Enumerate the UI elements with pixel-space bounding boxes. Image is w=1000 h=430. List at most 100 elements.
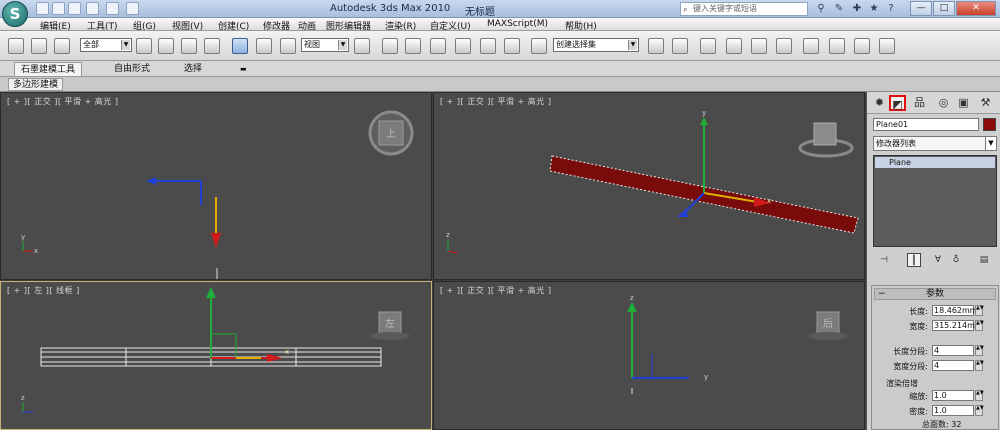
length-field[interactable]: 18.462mm: [932, 305, 978, 316]
modifier-list-dropdown[interactable]: 修改器列表 ▼: [873, 136, 997, 151]
keyboard-shortcut-icon[interactable]: [405, 38, 421, 54]
open-file-icon[interactable]: [52, 2, 65, 15]
named-selection-dropdown[interactable]: 创建选择集 ▼: [553, 38, 639, 52]
show-end-result-icon[interactable]: ┃: [907, 253, 921, 267]
snaps-toggle-icon[interactable]: [430, 38, 446, 54]
display-tab-icon[interactable]: ▣: [955, 95, 972, 111]
hierarchy-tab-icon[interactable]: 品: [911, 95, 928, 111]
ribbon-sub-tab-bar: 多边形建模: [0, 77, 1000, 92]
viewport-perspective[interactable]: y x z [ + ][ 正交 ][ 平滑 + 高光 ]: [433, 92, 865, 280]
save-file-icon[interactable]: [68, 2, 81, 15]
remove-modifier-icon[interactable]: ♁: [949, 253, 963, 267]
width-segs-field[interactable]: 4: [932, 360, 974, 371]
unlink-icon[interactable]: [31, 38, 47, 54]
menu-maxscript[interactable]: MAXScript(M): [487, 19, 548, 29]
axis-x-arrow: [146, 177, 156, 185]
select-by-name-icon[interactable]: [158, 38, 174, 54]
redo-icon[interactable]: [106, 2, 119, 15]
selection-filter-dropdown[interactable]: 全部 ▼: [80, 38, 132, 52]
parameters-rollout-header[interactable]: − 参数: [874, 288, 996, 300]
utilities-tab-icon[interactable]: ⚒: [977, 95, 994, 111]
mini-axis-x: [447, 250, 459, 254]
modify-tab-icon[interactable]: ◩: [889, 95, 906, 111]
material-editor-icon[interactable]: [803, 38, 819, 54]
viewcube-face[interactable]: [813, 122, 837, 146]
spinner-snap-icon[interactable]: [504, 38, 520, 54]
viewport-perspective-label[interactable]: [ + ][ 正交 ][ 平滑 + 高光 ]: [440, 96, 551, 107]
motion-tab-icon[interactable]: ◎: [935, 95, 952, 111]
minimize-button[interactable]: —: [910, 1, 932, 16]
gizmo-y-arrow: [206, 287, 216, 298]
schematic-view-icon[interactable]: [776, 38, 792, 54]
render-setup-icon[interactable]: [829, 38, 845, 54]
density-spinner[interactable]: ▲▼: [975, 405, 984, 416]
viewport-left[interactable]: 左 x z [ + ][ 左 ][ 线框 ]: [0, 281, 432, 430]
ribbon-toggle-icon[interactable]: ▬: [234, 62, 253, 76]
bind-space-warp-icon[interactable]: [54, 38, 70, 54]
search-input[interactable]: ⌕ 键入关键字或短语: [680, 2, 808, 16]
viewcube-shadow: [370, 332, 410, 340]
undo-icon[interactable]: [86, 2, 99, 15]
new-file-icon[interactable]: [36, 2, 49, 15]
width-field[interactable]: 315.214m: [932, 320, 975, 331]
select-rotate-icon[interactable]: [256, 38, 272, 54]
communication-icon[interactable]: ✚: [850, 2, 864, 16]
density-field[interactable]: 1.0: [932, 405, 974, 416]
percent-snap-icon[interactable]: [480, 38, 496, 54]
stack-item-plane[interactable]: Plane: [875, 157, 995, 168]
viewcube-top-label: 上: [386, 128, 396, 140]
viewport-top-label[interactable]: [ + ][ 正交 ][ 平滑 + 高光 ]: [7, 96, 118, 107]
tab-polygon-modeling[interactable]: 多边形建模: [8, 78, 64, 91]
maximize-button[interactable]: □: [933, 1, 955, 16]
graphite-toggle-icon[interactable]: [726, 38, 742, 54]
help-icon[interactable]: ?: [884, 2, 898, 16]
pivot-center-icon[interactable]: [354, 38, 370, 54]
length-spinner[interactable]: ▲▼: [975, 305, 984, 316]
gizmo-arrow-icon: [211, 233, 221, 248]
link-icon[interactable]: [8, 38, 24, 54]
scale-spinner[interactable]: ▲▼: [975, 390, 984, 401]
tab-selection[interactable]: 选择: [178, 62, 208, 76]
layer-manager-icon[interactable]: [700, 38, 716, 54]
curve-editor-icon[interactable]: [751, 38, 767, 54]
length-segs-field[interactable]: 4: [932, 345, 974, 356]
render-production-icon[interactable]: [879, 38, 895, 54]
width-segs-spinner[interactable]: ▲▼: [975, 360, 984, 371]
reference-coordinate-dropdown[interactable]: 视图 ▼: [301, 38, 349, 52]
viewport-bottom-right[interactable]: 后 y z [ + ][ 正交 ][ 平滑 + 高光 ]: [433, 281, 865, 430]
align-icon[interactable]: [672, 38, 688, 54]
close-button[interactable]: ✕: [956, 1, 996, 16]
object-name-input[interactable]: Plane01: [873, 118, 979, 131]
configure-modifier-sets-icon[interactable]: ▤: [977, 253, 991, 267]
scale-field[interactable]: 1.0: [932, 390, 974, 401]
mirror-icon[interactable]: [648, 38, 664, 54]
object-color-swatch[interactable]: [983, 118, 996, 131]
length-segs-spinner[interactable]: ▲▼: [975, 345, 984, 356]
width-spinner[interactable]: ▲▼: [975, 320, 984, 331]
subscription-icon[interactable]: ✎: [832, 2, 846, 16]
create-tab-icon[interactable]: ✹: [871, 95, 888, 111]
favorites-star-icon[interactable]: ★: [867, 2, 881, 16]
tab-freeform[interactable]: 自由形式: [108, 62, 156, 76]
tab-graphite-modeling[interactable]: 石墨建模工具: [14, 62, 83, 76]
select-scale-icon[interactable]: [280, 38, 296, 54]
angle-snap-icon[interactable]: [455, 38, 471, 54]
scale-row: 缩放: 1.0 ▲▼: [872, 390, 998, 402]
select-object-icon[interactable]: [136, 38, 152, 54]
rectangular-selection-icon[interactable]: [181, 38, 197, 54]
rendered-frame-icon[interactable]: [854, 38, 870, 54]
window-crossing-icon[interactable]: [204, 38, 220, 54]
viewport-left-label[interactable]: [ + ][ 左 ][ 线框 ]: [7, 285, 80, 296]
modifier-stack[interactable]: Plane: [873, 155, 997, 247]
viewport-bottom-right-label[interactable]: [ + ][ 正交 ][ 平滑 + 高光 ]: [440, 285, 551, 296]
gizmo-z-label: y: [702, 109, 706, 117]
pin-stack-icon[interactable]: ⊣: [877, 253, 891, 267]
binoculars-icon[interactable]: ⚲: [814, 2, 828, 16]
edit-named-selection-icon[interactable]: [531, 38, 547, 54]
viewport-top[interactable]: 上 y x [ + ][ 正交 ][ 平滑 + 高光 ]: [0, 92, 432, 280]
quick-access-dropdown-icon[interactable]: [126, 2, 139, 15]
select-move-icon[interactable]: [232, 38, 248, 54]
app-logo-icon[interactable]: S: [2, 1, 28, 27]
select-manipulate-icon[interactable]: [382, 38, 398, 54]
make-unique-icon[interactable]: ∀: [931, 253, 945, 267]
